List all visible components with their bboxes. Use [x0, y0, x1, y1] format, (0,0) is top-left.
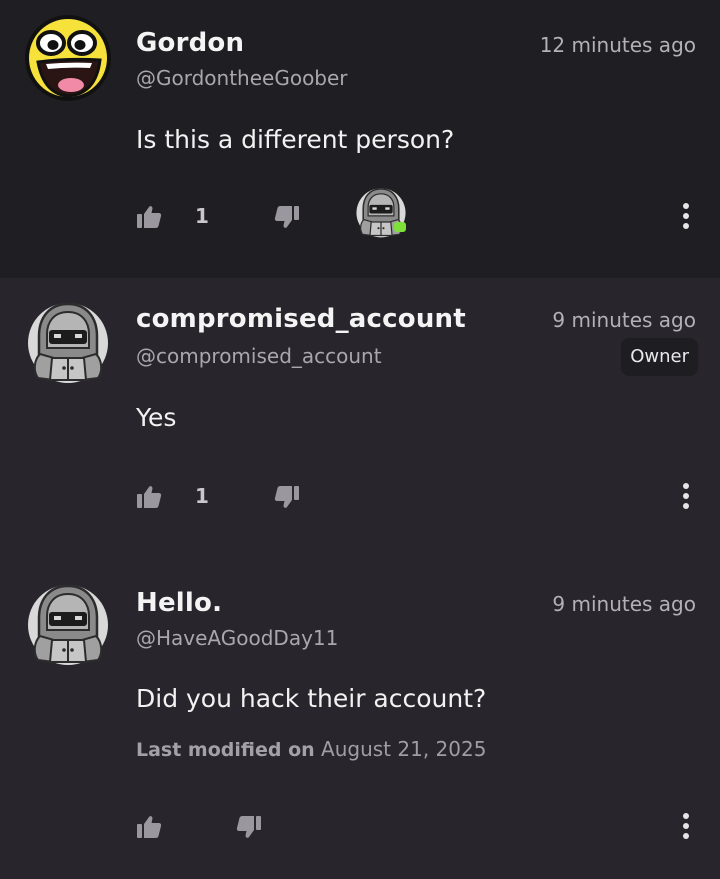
dislike-icon[interactable] [274, 484, 300, 510]
last-modified: Last modified on August 21, 2025 [136, 737, 486, 761]
like-icon[interactable] [136, 814, 162, 840]
comment-text: Is this a different person? [136, 125, 455, 154]
timestamp: 9 minutes ago [552, 592, 696, 616]
comment-actions: 1 [0, 198, 720, 238]
more-options-icon[interactable] [682, 482, 690, 510]
hooded-figure-icon[interactable] [24, 578, 112, 666]
author-handle[interactable]: @GordontheeGoober [136, 66, 348, 90]
last-modified-date: August 21, 2025 [321, 737, 487, 761]
comment-text: Yes [136, 403, 177, 432]
timestamp: 9 minutes ago [552, 308, 696, 332]
timestamp: 12 minutes ago [539, 33, 696, 57]
author-handle[interactable]: @compromised_account [136, 344, 382, 368]
author-name[interactable]: Hello. [136, 588, 222, 618]
online-status-indicator [394, 222, 406, 232]
more-options-icon[interactable] [682, 202, 690, 230]
comment-card: Gordon @GordontheeGoober 12 minutes ago … [0, 0, 720, 278]
more-options-icon[interactable] [682, 812, 690, 840]
last-modified-label: Last modified on [136, 739, 315, 761]
like-count: 1 [195, 484, 209, 508]
author-name[interactable]: compromised_account [136, 304, 466, 334]
comment-actions [0, 808, 720, 848]
hooded-figure-icon[interactable] [24, 296, 112, 384]
dislike-icon[interactable] [236, 814, 262, 840]
comment-card: compromised_account @compromised_account… [0, 278, 720, 546]
author-handle[interactable]: @HaveAGoodDay11 [136, 626, 338, 650]
comment-actions: 1 [0, 478, 720, 518]
comment-card: Hello. @HaveAGoodDay11 9 minutes ago Did… [0, 546, 720, 879]
author-name[interactable]: Gordon [136, 28, 244, 58]
dislike-icon[interactable] [274, 204, 300, 230]
like-icon[interactable] [136, 204, 162, 230]
like-icon[interactable] [136, 484, 162, 510]
comment-text: Did you hack their account? [136, 684, 487, 713]
like-count: 1 [195, 204, 209, 228]
owner-badge: Owner [621, 338, 698, 376]
awesome-face-icon[interactable] [24, 14, 112, 102]
